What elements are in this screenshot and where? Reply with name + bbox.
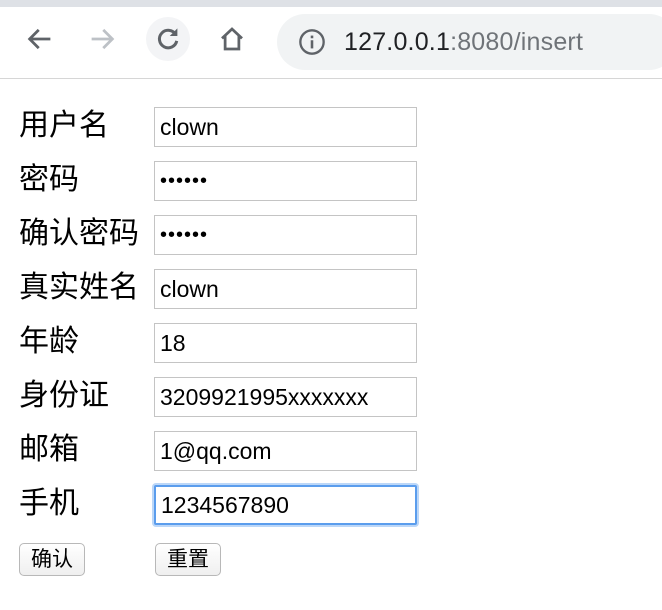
email-input[interactable] [154, 431, 417, 471]
url-path: :8080/insert [450, 28, 584, 56]
forward-arrow-icon [91, 28, 115, 50]
id-card-input[interactable] [154, 377, 417, 417]
back-button[interactable] [17, 17, 61, 61]
real-name-label: 真实姓名 [19, 270, 139, 305]
confirm-password-label: 确认密码 [19, 216, 139, 251]
reset-button[interactable]: 重置 [155, 543, 221, 576]
username-label: 用户名 [19, 108, 109, 143]
address-bar[interactable]: 127.0.0.1:8080/insert [277, 14, 662, 70]
submit-button[interactable]: 确认 [19, 543, 85, 576]
url-text[interactable]: 127.0.0.1:8080/insert [344, 28, 583, 56]
age-label: 年龄 [19, 324, 79, 359]
real-name-input[interactable] [154, 269, 417, 309]
url-host: 127.0.0.1 [344, 28, 451, 56]
phone-input[interactable] [154, 485, 417, 525]
email-label: 邮箱 [19, 432, 79, 467]
password-label: 密码 [19, 162, 79, 197]
home-icon [221, 27, 243, 51]
forward-button[interactable] [81, 17, 125, 61]
reload-button[interactable] [146, 17, 190, 61]
tab-strip [0, 0, 662, 7]
browser-toolbar: 127.0.0.1:8080/insert [0, 7, 662, 79]
username-input[interactable] [154, 107, 417, 147]
reload-icon [158, 28, 179, 50]
confirm-password-input[interactable] [154, 215, 417, 255]
age-input[interactable] [154, 323, 417, 363]
phone-label: 手机 [19, 486, 79, 521]
back-arrow-icon [27, 28, 51, 50]
password-input[interactable] [154, 161, 417, 201]
info-icon[interactable] [298, 28, 326, 56]
home-button[interactable] [210, 17, 254, 61]
id-card-label: 身份证 [19, 378, 109, 413]
